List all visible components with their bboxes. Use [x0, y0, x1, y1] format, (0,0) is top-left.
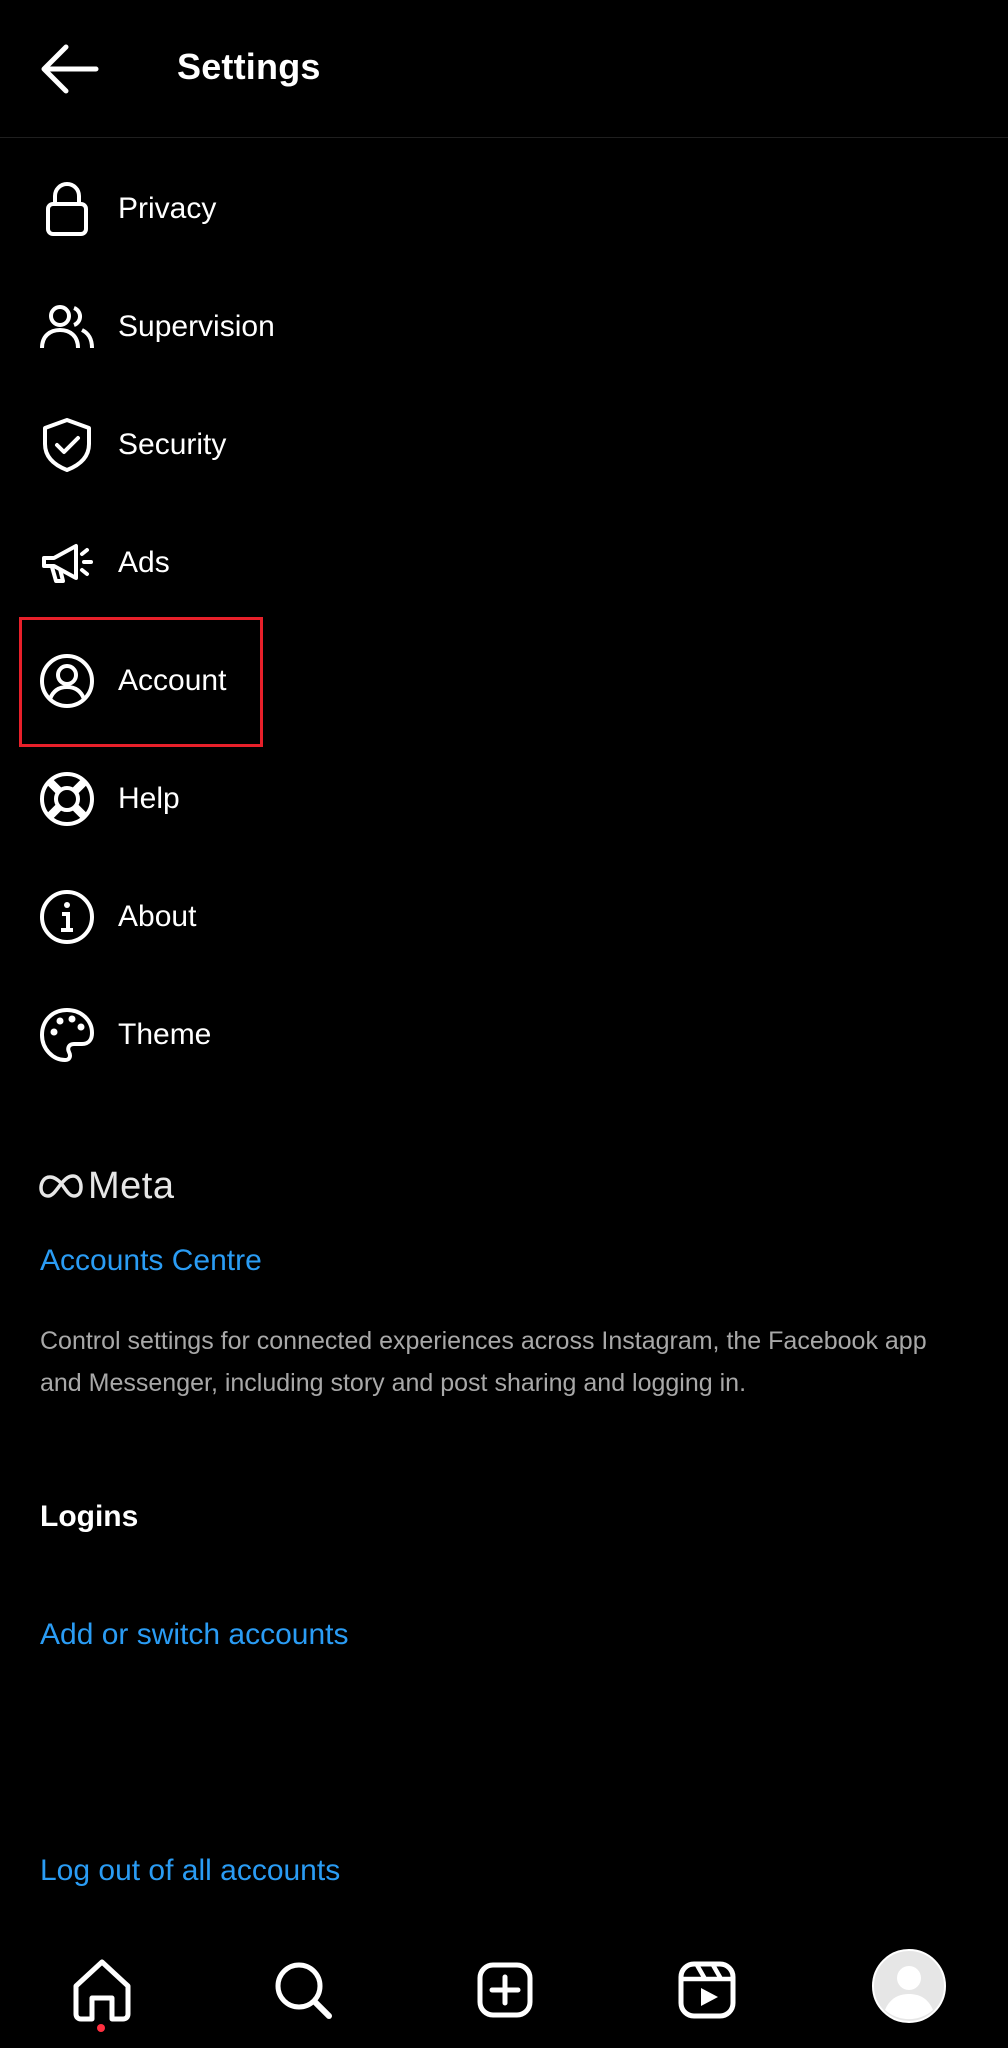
menu-item-help[interactable]: Help — [0, 748, 1008, 848]
menu-item-label: Security — [118, 428, 227, 461]
settings-screen: Settings Privacy Supervision Security Ad… — [0, 0, 1008, 2048]
menu-item-privacy[interactable]: Privacy — [0, 158, 1008, 258]
menu-item-label: Account — [118, 664, 227, 697]
nav-home-button[interactable] — [62, 1950, 142, 2030]
account-icon — [40, 654, 94, 708]
meta-logo: Meta — [38, 1164, 175, 1207]
menu-item-label: Help — [118, 782, 180, 815]
menu-item-account[interactable]: Account — [0, 630, 1008, 730]
log-out-all-link[interactable]: Log out of all accounts — [40, 1854, 340, 1888]
reels-icon — [678, 1961, 736, 2019]
menu-item-supervision[interactable]: Supervision — [0, 276, 1008, 376]
search-icon — [275, 1962, 332, 2019]
arrow-left-icon — [41, 44, 99, 94]
palette-icon — [40, 1008, 94, 1062]
menu-item-label: About — [118, 900, 197, 933]
shield-check-icon — [43, 418, 91, 472]
menu-item-ads[interactable]: Ads — [0, 512, 1008, 612]
nav-search-button[interactable] — [263, 1950, 343, 2030]
accounts-centre-description: Control settings for connected experienc… — [40, 1327, 927, 1397]
people-icon — [40, 305, 94, 349]
home-notification-dot — [97, 2024, 105, 2032]
add-switch-accounts-link[interactable]: Add or switch accounts — [40, 1618, 348, 1652]
meta-wordmark: Meta — [88, 1164, 175, 1207]
logins-title: Logins — [40, 1500, 139, 1533]
nav-reels-button[interactable] — [667, 1950, 747, 2030]
lifebuoy-icon — [40, 772, 94, 826]
menu-item-label: Theme — [118, 1018, 212, 1051]
header: Settings — [0, 0, 1008, 138]
megaphone-icon — [42, 544, 93, 583]
info-icon — [40, 890, 94, 944]
page-title: Settings — [177, 46, 321, 87]
nav-profile-button[interactable] — [871, 1948, 947, 2024]
menu-item-label: Supervision — [118, 310, 275, 343]
lock-icon — [46, 182, 88, 236]
menu-item-label: Privacy — [118, 192, 217, 225]
accounts-centre-link[interactable]: Accounts Centre — [40, 1244, 262, 1278]
create-icon — [477, 1962, 533, 2018]
menu-item-about[interactable]: About — [0, 866, 1008, 966]
back-button[interactable] — [36, 42, 102, 96]
menu-item-theme[interactable]: Theme — [0, 984, 1008, 1084]
home-icon — [73, 1959, 131, 2022]
nav-create-button[interactable] — [465, 1950, 545, 2030]
meta-infinity-icon — [39, 1174, 83, 1198]
menu-item-label: Ads — [118, 546, 170, 579]
profile-avatar — [872, 1949, 946, 2023]
bottom-nav — [0, 1930, 1008, 2048]
menu-item-security[interactable]: Security — [0, 394, 1008, 494]
